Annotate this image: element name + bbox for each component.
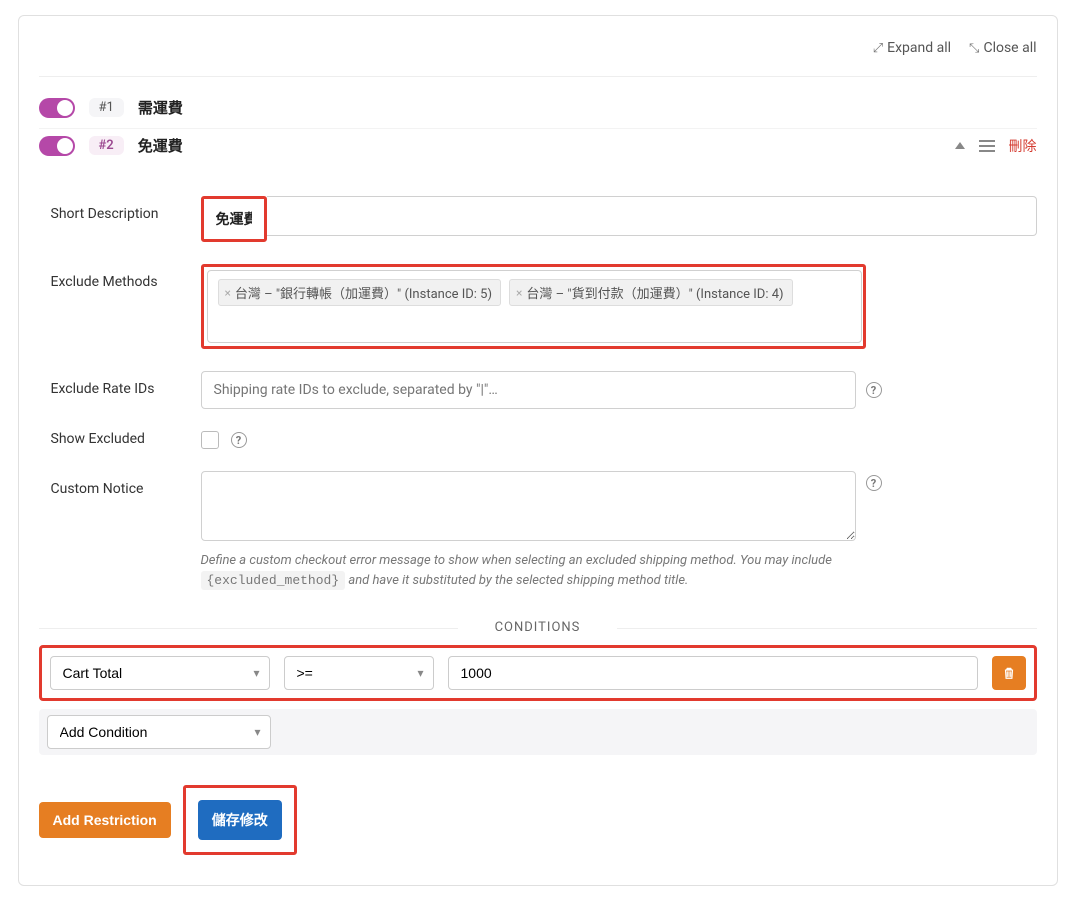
top-actions: ⤢ Expand all ⤡ Close all bbox=[39, 36, 1037, 70]
method-tag-label: 台灣 – "銀行轉帳（加運費）" (Instance ID: 5) bbox=[235, 283, 492, 302]
expand-all-link[interactable]: ⤢ Expand all bbox=[873, 40, 951, 56]
rule-title: 免運費 bbox=[138, 135, 183, 156]
help-icon[interactable]: ? bbox=[231, 432, 247, 448]
add-condition-row: Add Condition bbox=[39, 709, 1037, 755]
rule-badge: #2 bbox=[89, 136, 124, 155]
short-description-input-rest[interactable] bbox=[267, 196, 1037, 236]
rule-badge: #1 bbox=[89, 98, 124, 117]
rule-toggle[interactable] bbox=[39, 98, 75, 118]
remove-tag-icon[interactable]: × bbox=[516, 286, 522, 300]
rule-title: 需運費 bbox=[138, 97, 183, 118]
collapse-icon: ⤡ bbox=[969, 41, 979, 56]
method-tag: × 台灣 – "貨到付款（加運費）" (Instance ID: 4) bbox=[509, 279, 793, 306]
exclude-methods-input[interactable]: × 台灣 – "銀行轉帳（加運費）" (Instance ID: 5) × 台灣… bbox=[207, 270, 862, 343]
conditions-header: CONDITIONS bbox=[39, 620, 1037, 635]
rule-row: #1 需運費 bbox=[39, 91, 1037, 129]
condition-field-select[interactable]: Cart Total bbox=[50, 656, 270, 690]
rule-form: Short Description Exclude Methods × 台灣 –… bbox=[39, 196, 1037, 590]
short-description-input[interactable] bbox=[204, 199, 264, 239]
rule-row: #2 免運費 刪除 bbox=[39, 129, 1037, 166]
condition-operator-select[interactable]: >= bbox=[284, 656, 434, 690]
method-tag: × 台灣 – "銀行轉帳（加運費）" (Instance ID: 5) bbox=[218, 279, 502, 306]
trash-icon bbox=[1002, 666, 1016, 680]
custom-notice-hint: Define a custom checkout error message t… bbox=[201, 551, 856, 590]
expand-all-label: Expand all bbox=[887, 40, 951, 56]
bottom-actions: Add Restriction 儲存修改 bbox=[39, 785, 1037, 855]
condition-value-input[interactable] bbox=[448, 656, 978, 690]
drag-handle-icon[interactable] bbox=[979, 140, 995, 152]
condition-row-highlight: Cart Total >= bbox=[39, 645, 1037, 701]
exclude-rate-ids-row: Exclude Rate IDs ? bbox=[51, 371, 1037, 409]
custom-notice-row: Custom Notice ? Define a custom checkout… bbox=[51, 471, 1037, 590]
exclude-rate-ids-input[interactable] bbox=[201, 371, 856, 409]
add-condition-select[interactable]: Add Condition bbox=[47, 715, 271, 749]
save-button[interactable]: 儲存修改 bbox=[198, 800, 282, 840]
close-all-link[interactable]: ⤡ Close all bbox=[969, 40, 1036, 56]
method-tag-label: 台灣 – "貨到付款（加運費）" (Instance ID: 4) bbox=[526, 283, 783, 302]
delete-rule-link[interactable]: 刪除 bbox=[1009, 136, 1037, 156]
exclude-methods-row: Exclude Methods × 台灣 – "銀行轉帳（加運費）" (Inst… bbox=[51, 264, 1037, 349]
show-excluded-checkbox[interactable] bbox=[201, 431, 219, 449]
remove-tag-icon[interactable]: × bbox=[225, 286, 231, 300]
highlight-save: 儲存修改 bbox=[183, 785, 297, 855]
rule-toggle[interactable] bbox=[39, 136, 75, 156]
rule-actions: 刪除 bbox=[955, 136, 1037, 156]
close-all-label: Close all bbox=[983, 40, 1036, 56]
exclude-methods-label: Exclude Methods bbox=[51, 264, 181, 290]
show-excluded-label: Show Excluded bbox=[51, 431, 181, 447]
short-description-label: Short Description bbox=[51, 196, 181, 222]
help-icon[interactable]: ? bbox=[866, 475, 882, 491]
placeholder-code: {excluded_method} bbox=[201, 571, 346, 590]
short-description-row: Short Description bbox=[51, 196, 1037, 242]
expand-icon: ⤢ bbox=[873, 41, 883, 56]
custom-notice-textarea[interactable] bbox=[201, 471, 856, 541]
restrictions-panel: ⤢ Expand all ⤡ Close all #1 需運費 #2 免運費 刪… bbox=[18, 15, 1058, 886]
highlight-short-description bbox=[201, 196, 267, 242]
add-restriction-button[interactable]: Add Restriction bbox=[39, 802, 171, 838]
show-excluded-row: Show Excluded ? bbox=[51, 431, 1037, 449]
exclude-rate-ids-label: Exclude Rate IDs bbox=[51, 371, 181, 397]
divider bbox=[39, 76, 1037, 77]
help-icon[interactable]: ? bbox=[866, 382, 882, 398]
custom-notice-label: Custom Notice bbox=[51, 471, 181, 497]
collapse-rule-icon[interactable] bbox=[955, 142, 965, 149]
delete-condition-button[interactable] bbox=[992, 656, 1026, 690]
